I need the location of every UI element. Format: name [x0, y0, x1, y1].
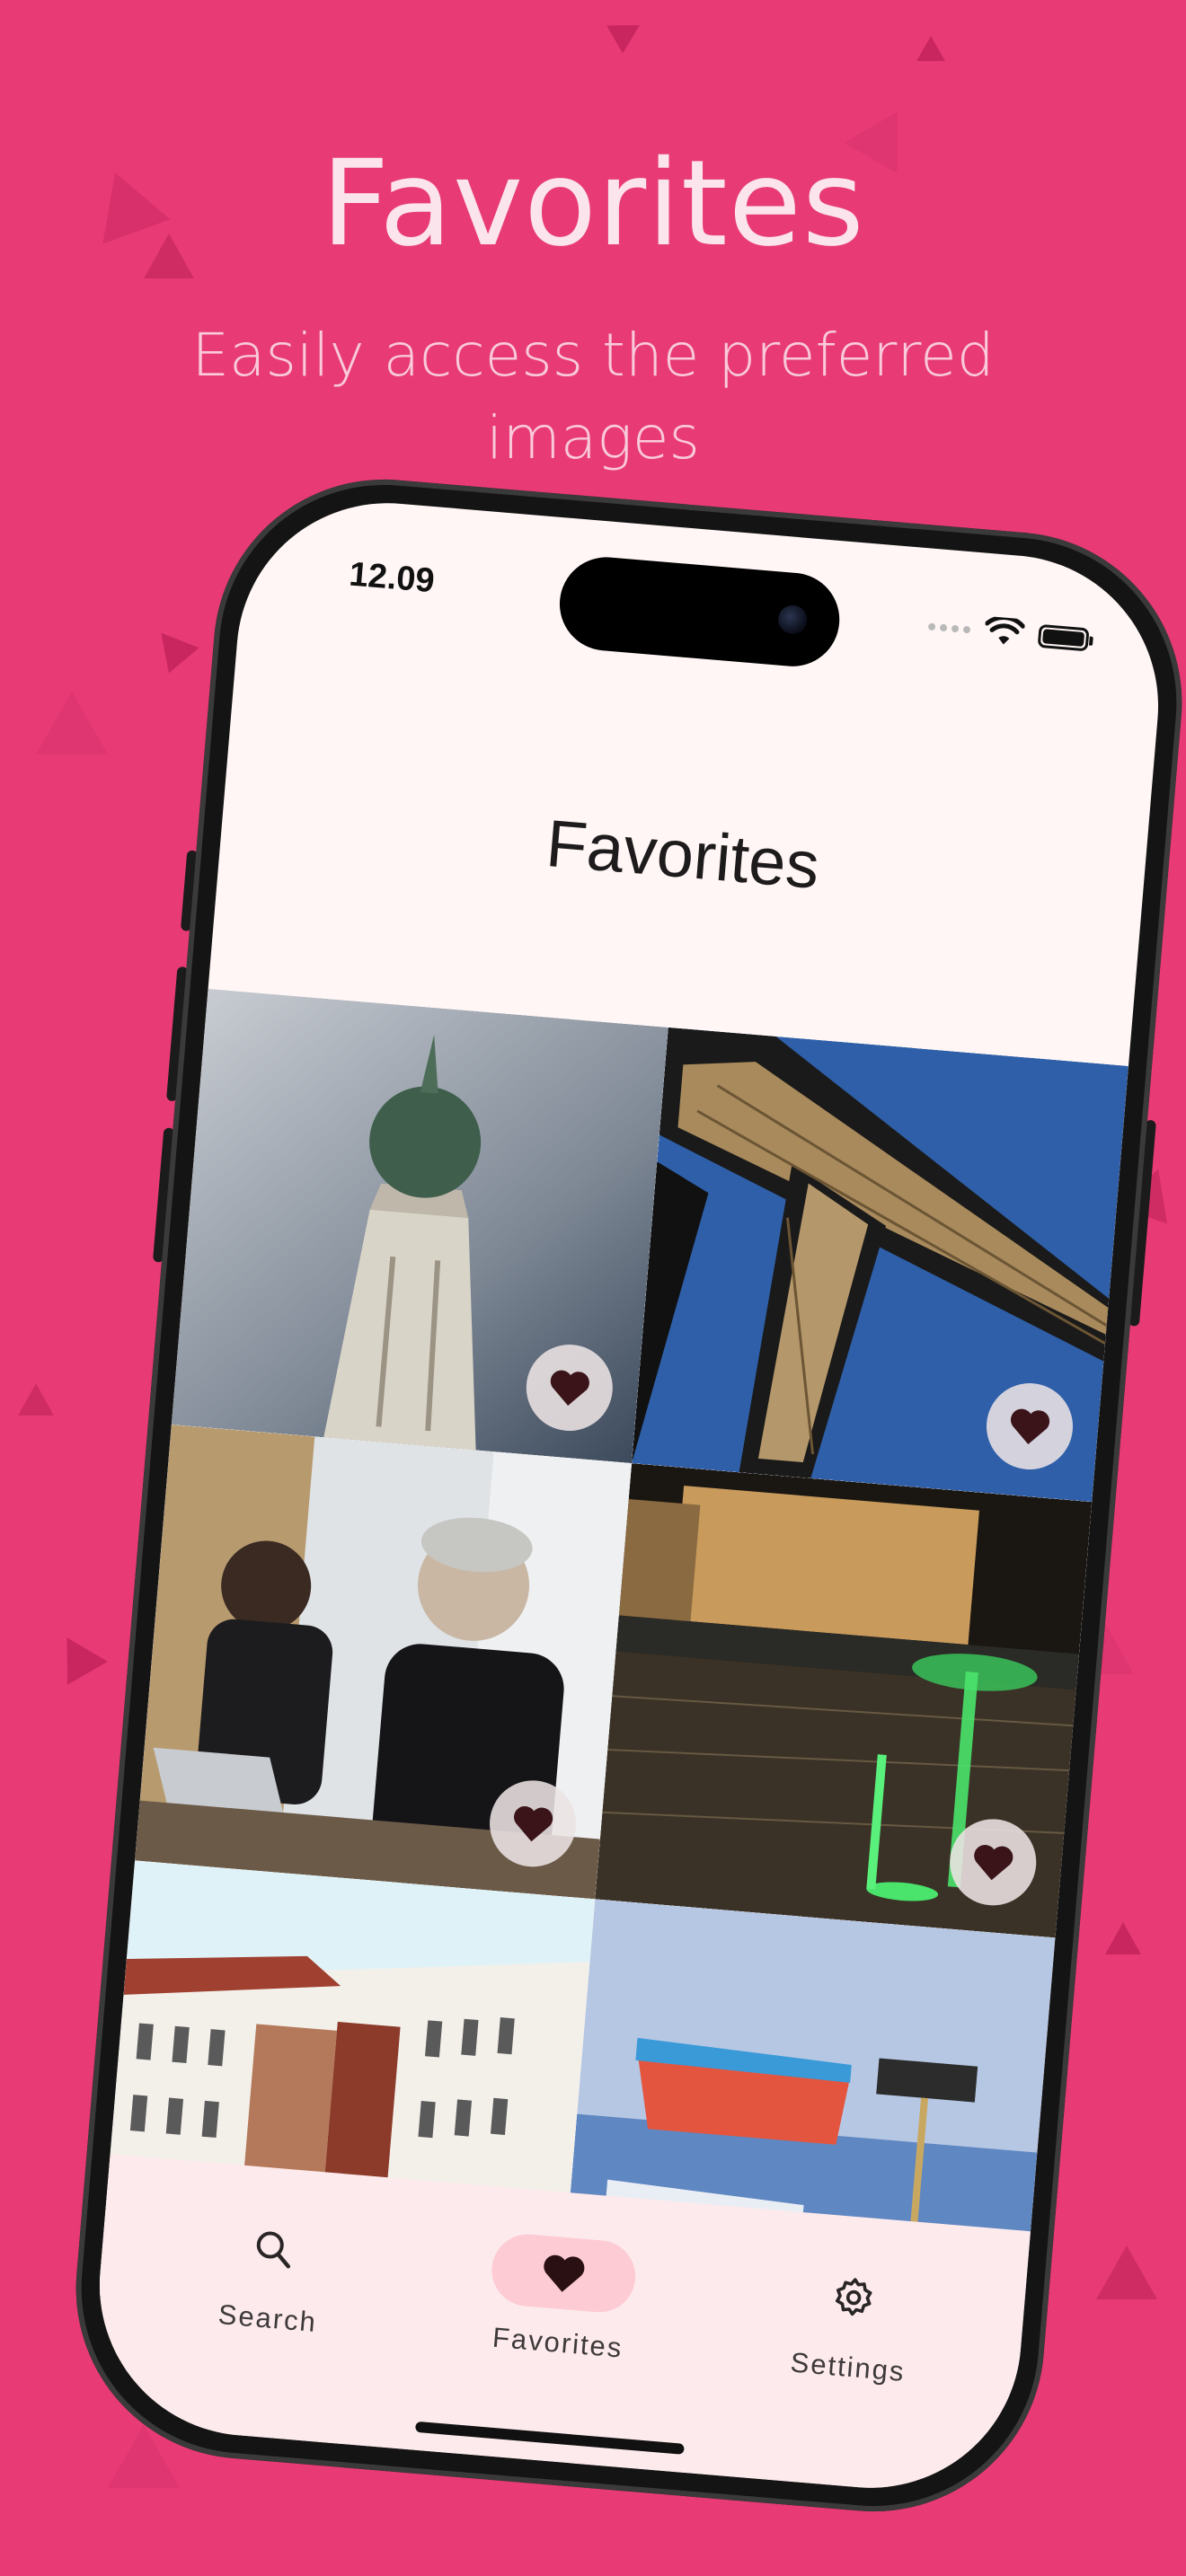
active-indicator — [489, 2231, 639, 2316]
app-screen: 12.09 Favorites Search Favorites Setting… — [87, 490, 1171, 2501]
page-title: Favorites — [543, 805, 823, 904]
favorites-grid — [98, 988, 1128, 2374]
dynamic-island — [555, 553, 844, 670]
phone-frame: 12.09 Favorites Search Favorites Setting… — [62, 465, 1186, 2526]
nav-item-settings[interactable]: Settings — [712, 2251, 991, 2395]
nav-item-search[interactable]: Search — [132, 2201, 411, 2346]
heart-icon — [550, 1370, 589, 1406]
favorite-image-eiffel-tower[interactable] — [632, 1027, 1128, 1503]
nav-label-search: Search — [217, 2298, 319, 2339]
cellular-signal-icon — [927, 622, 971, 634]
nav-label-favorites: Favorites — [491, 2321, 624, 2364]
banner-subtitle: Easily access the preferred images — [144, 314, 1042, 480]
status-time: 12.09 — [347, 555, 437, 601]
battery-icon — [1037, 623, 1090, 652]
favorite-image-obelisk[interactable] — [171, 988, 668, 1464]
search-icon — [256, 2231, 291, 2269]
phone-mockup: 12.09 Favorites Search Favorites Setting… — [62, 465, 1186, 2526]
banner-subtitle-line2: images — [486, 403, 700, 472]
heart-icon — [514, 1806, 553, 1842]
gear-icon — [835, 2278, 872, 2316]
heart-icon — [544, 2254, 585, 2292]
camera-icon — [776, 604, 809, 636]
nav-item-favorites[interactable]: Favorites — [422, 2227, 701, 2371]
banner-title: Favorites — [321, 135, 865, 273]
favorite-image-people-working[interactable] — [135, 1425, 633, 1900]
heart-icon — [974, 1845, 1013, 1881]
banner-subtitle-line1: Easily access the preferred — [191, 321, 995, 390]
nav-label-settings: Settings — [789, 2346, 907, 2388]
wifi-icon — [985, 615, 1026, 645]
status-indicators — [927, 612, 1090, 656]
favorite-image-fountain[interactable] — [595, 1463, 1093, 1938]
heart-icon — [1011, 1408, 1050, 1444]
home-indicator[interactable] — [414, 2421, 685, 2455]
